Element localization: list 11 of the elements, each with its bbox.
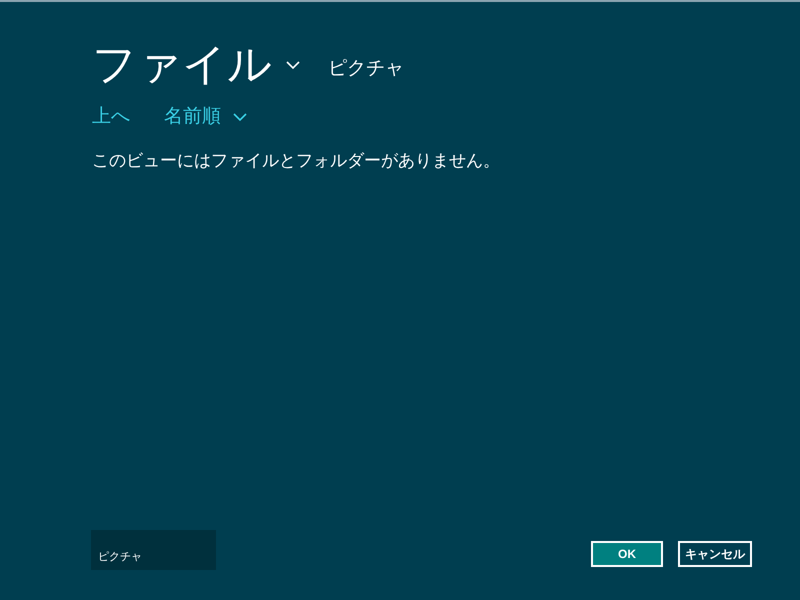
- selection-basket[interactable]: ピクチャ: [91, 530, 216, 570]
- cancel-button[interactable]: キャンセル: [678, 541, 752, 567]
- chevron-down-icon: [233, 112, 247, 122]
- ok-button[interactable]: OK: [591, 541, 663, 567]
- chevron-down-icon: [286, 60, 300, 70]
- up-link[interactable]: 上へ: [92, 104, 130, 130]
- location-label: ピクチャ: [328, 56, 404, 81]
- empty-message: このビューにはファイルとフォルダーがありません。: [92, 150, 501, 172]
- title-dropdown[interactable]: ファイル: [92, 38, 300, 92]
- sort-dropdown[interactable]: 名前順: [164, 104, 247, 130]
- basket-label: ピクチャ: [98, 550, 142, 564]
